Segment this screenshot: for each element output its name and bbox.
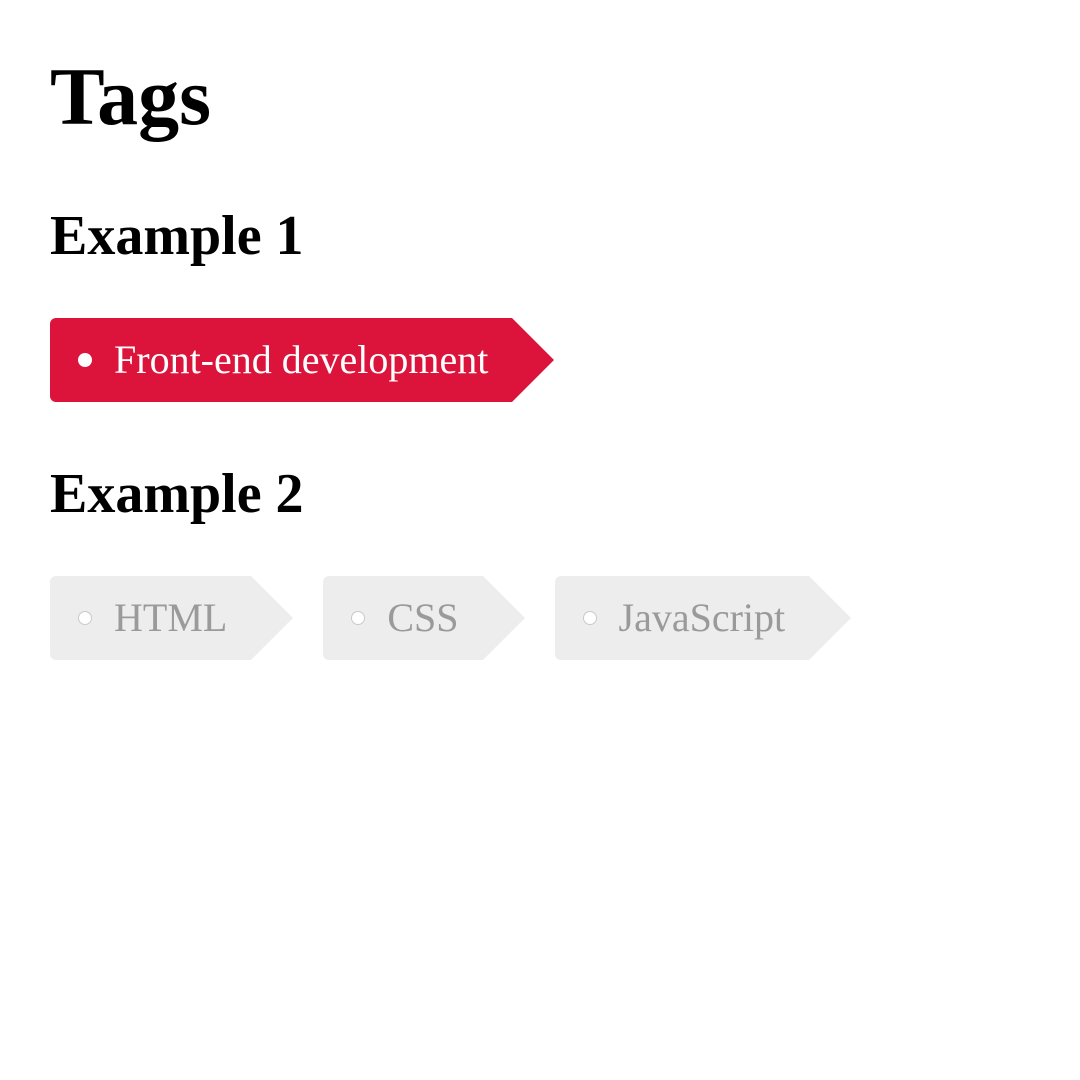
- example-2-tags: HTML CSS JavaScript: [50, 576, 1030, 660]
- example-2-heading: Example 2: [50, 462, 1030, 526]
- tag-html[interactable]: HTML: [50, 576, 251, 660]
- tag-label: JavaScript: [619, 598, 786, 638]
- tag-dot-icon: [78, 353, 92, 367]
- example-1-tags: Front-end development: [50, 318, 1030, 402]
- tag-label: HTML: [114, 598, 227, 638]
- tag-label: Front-end development: [114, 340, 488, 380]
- tag-dot-icon: [583, 611, 597, 625]
- tag-javascript[interactable]: JavaScript: [555, 576, 810, 660]
- page-title: Tags: [50, 50, 1030, 144]
- tag-dot-icon: [78, 611, 92, 625]
- tag-css[interactable]: CSS: [323, 576, 482, 660]
- example-1-heading: Example 1: [50, 204, 1030, 268]
- tag-front-end-development[interactable]: Front-end development: [50, 318, 512, 402]
- tag-label: CSS: [387, 598, 458, 638]
- tag-dot-icon: [351, 611, 365, 625]
